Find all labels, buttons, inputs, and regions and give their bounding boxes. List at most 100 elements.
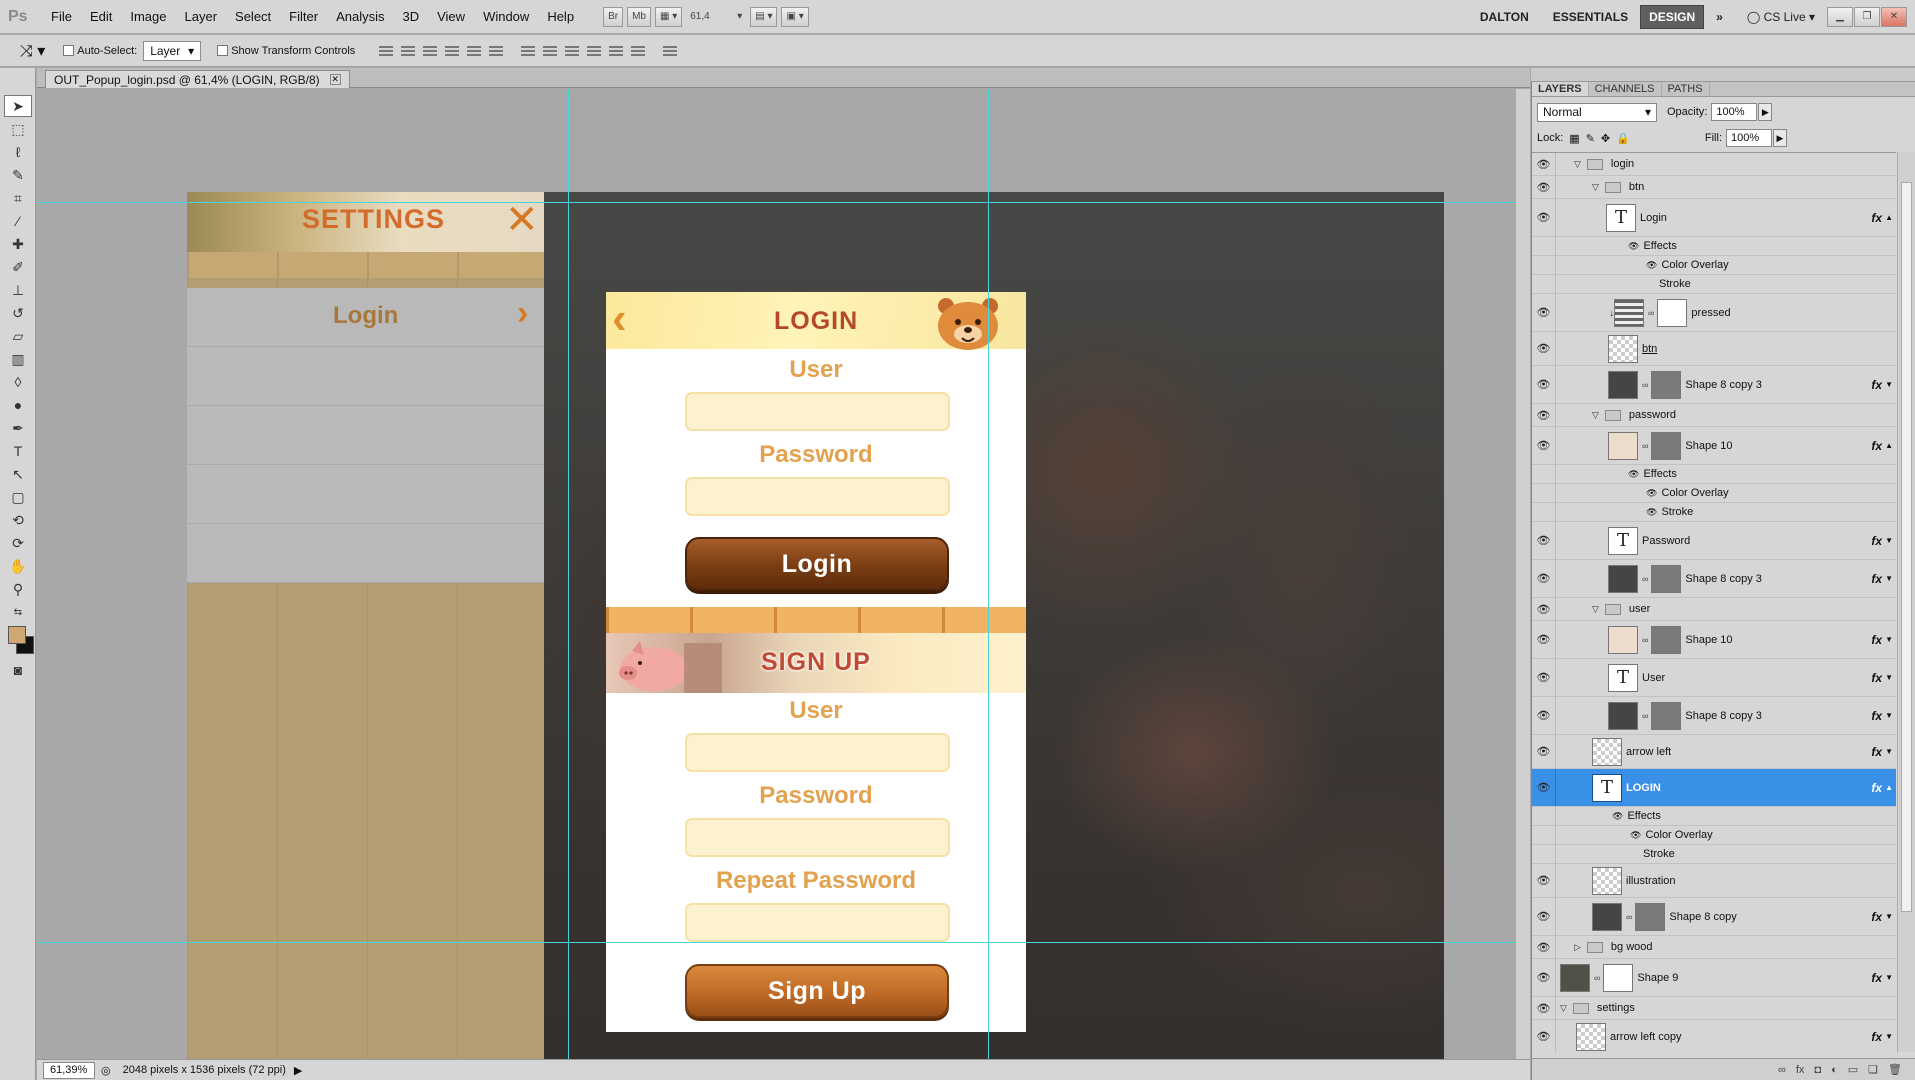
fx-icon[interactable]: fx bbox=[1871, 781, 1882, 795]
fx-toggle-icon[interactable]: ▲ bbox=[1885, 441, 1893, 450]
fx-toggle-icon[interactable]: ▼ bbox=[1885, 747, 1893, 756]
align-hcenter-icon[interactable] bbox=[465, 43, 483, 59]
workspace-essentials[interactable]: ESSENTIALS bbox=[1541, 10, 1640, 24]
align-left-icon[interactable] bbox=[443, 43, 461, 59]
eye-icon[interactable]: 👁 bbox=[1532, 735, 1556, 768]
eye-icon[interactable]: 👁 bbox=[1532, 560, 1556, 597]
distribute-left-icon[interactable] bbox=[585, 43, 603, 59]
layer-effects[interactable]: 👁 Effects bbox=[1532, 237, 1896, 256]
document-canvas[interactable]: SETTINGS ✕ Login › ‹ LOGIN User Password… bbox=[187, 192, 1444, 1059]
canvas-vertical-scrollbar[interactable] bbox=[1515, 89, 1530, 1059]
expand-triangle-icon[interactable]: ▽ bbox=[1574, 159, 1581, 170]
layer-group-user[interactable]: 👁 ▽ user bbox=[1532, 598, 1896, 621]
link-layers-icon[interactable]: ∞ bbox=[1778, 1064, 1786, 1076]
expand-triangle-icon[interactable]: ▽ bbox=[1592, 410, 1599, 421]
color-swatches[interactable] bbox=[0, 624, 35, 658]
expand-triangle-icon[interactable]: ▽ bbox=[1592, 604, 1599, 615]
align-top-icon[interactable] bbox=[377, 43, 395, 59]
eye-icon[interactable]: 👁 bbox=[1532, 598, 1556, 620]
fx-toggle-icon[interactable]: ▼ bbox=[1885, 673, 1893, 682]
arrange-documents-button[interactable]: ▤ ▾ bbox=[750, 6, 778, 27]
history-brush-icon[interactable]: ↺ bbox=[4, 302, 32, 324]
layer-group-password[interactable]: 👁 ▽ password bbox=[1532, 404, 1896, 427]
crop-tool-icon[interactable]: ⌗ bbox=[4, 187, 32, 209]
eye-icon[interactable]: 👁 bbox=[1532, 199, 1556, 236]
distribute-vcenter-icon[interactable] bbox=[541, 43, 559, 59]
foreground-color-swatch[interactable] bbox=[8, 626, 26, 644]
lock-pixels-icon[interactable]: ✎ bbox=[1586, 132, 1595, 145]
fx-icon[interactable]: fx bbox=[1871, 378, 1882, 392]
align-right-icon[interactable] bbox=[487, 43, 505, 59]
new-group-icon[interactable]: ▭ bbox=[1848, 1063, 1858, 1076]
3d-rotate-icon[interactable]: ⟲ bbox=[4, 509, 32, 531]
align-vcenter-icon[interactable] bbox=[399, 43, 417, 59]
status-info-icon[interactable]: ◎ bbox=[101, 1064, 111, 1077]
status-menu-icon[interactable]: ▶ bbox=[294, 1064, 302, 1077]
eye-icon[interactable]: 👁 bbox=[1532, 959, 1556, 996]
blend-mode-dropdown[interactable]: Normal ▾ bbox=[1537, 102, 1657, 122]
auto-align-icon[interactable] bbox=[661, 43, 679, 59]
fx-toggle-icon[interactable]: ▼ bbox=[1885, 574, 1893, 583]
eye-icon[interactable]: 👁 bbox=[1532, 769, 1556, 806]
eye-icon[interactable]: 👁 bbox=[1532, 153, 1556, 175]
eye-icon[interactable]: 👁 bbox=[1630, 830, 1641, 841]
eye-icon[interactable]: 👁 bbox=[1532, 864, 1556, 897]
layer-group-login[interactable]: 👁 ▽ login bbox=[1532, 153, 1896, 176]
eye-icon[interactable]: 👁 bbox=[1532, 176, 1556, 198]
eye-icon[interactable]: 👁 bbox=[1532, 659, 1556, 696]
lasso-tool-icon[interactable]: ℓ bbox=[4, 141, 32, 163]
layer-effect-stroke[interactable]: Stroke bbox=[1532, 275, 1896, 294]
eye-icon[interactable]: 👁 bbox=[1532, 898, 1556, 935]
document-tab[interactable]: OUT_Popup_login.psd @ 61,4% (LOGIN, RGB/… bbox=[45, 70, 350, 88]
layer-group-bg-wood[interactable]: 👁 ▷ bg wood bbox=[1532, 936, 1896, 959]
layer-arrow-left-copy[interactable]: 👁 arrow left copy fx ▼ bbox=[1532, 1020, 1896, 1052]
eye-icon[interactable]: 👁 bbox=[1628, 241, 1639, 252]
minimize-icon[interactable]: ▁ bbox=[1827, 6, 1853, 27]
auto-select-checkbox[interactable] bbox=[63, 45, 75, 56]
layer-effects[interactable]: 👁 Effects bbox=[1532, 465, 1896, 484]
bridge-button[interactable]: Br bbox=[603, 6, 624, 27]
eye-icon[interactable]: 👁 bbox=[1628, 469, 1639, 480]
eye-icon[interactable]: 👁 bbox=[1532, 366, 1556, 403]
quick-select-tool-icon[interactable]: ✎ bbox=[4, 164, 32, 186]
fx-toggle-icon[interactable]: ▼ bbox=[1885, 536, 1893, 545]
eye-icon[interactable]: 👁 bbox=[1532, 697, 1556, 734]
eye-icon[interactable]: 👁 bbox=[1532, 997, 1556, 1019]
layer-btn[interactable]: 👁 btn bbox=[1532, 332, 1896, 366]
eraser-tool-icon[interactable]: ▱ bbox=[4, 325, 32, 347]
menu-3d[interactable]: 3D bbox=[393, 0, 428, 34]
eye-icon[interactable]: 👁 bbox=[1532, 294, 1556, 331]
tab-paths[interactable]: PATHS bbox=[1662, 82, 1710, 96]
shape-tool-icon[interactable]: ▢ bbox=[4, 486, 32, 508]
eye-icon[interactable]: 👁 bbox=[1532, 332, 1556, 365]
layer-shape[interactable]: 👁 ∞ Shape 8 copy 3 fx ▼ bbox=[1532, 697, 1896, 735]
eye-icon[interactable]: 👁 bbox=[1532, 621, 1556, 658]
layer-effect-color-overlay[interactable]: 👁 Color Overlay bbox=[1532, 826, 1896, 845]
auto-select-dropdown[interactable]: Layer ▾ bbox=[143, 40, 202, 61]
menu-analysis[interactable]: Analysis bbox=[327, 0, 393, 34]
swap-colors-icon[interactable]: ⇆ bbox=[4, 601, 32, 623]
menu-help[interactable]: Help bbox=[538, 0, 583, 34]
adjustment-layer-icon[interactable]: ◐ bbox=[1831, 1064, 1838, 1076]
pen-tool-icon[interactable]: ✒ bbox=[4, 417, 32, 439]
move-tool-icon[interactable]: ➤ bbox=[4, 95, 32, 117]
eye-icon[interactable]: 👁 bbox=[1532, 1020, 1556, 1052]
eye-icon[interactable]: 👁 bbox=[1646, 488, 1657, 499]
quick-mask-icon[interactable]: ◙ bbox=[4, 659, 32, 681]
layer-pressed[interactable]: 👁 ↓ ∞ pressed bbox=[1532, 294, 1896, 332]
layer-shape[interactable]: 👁 ∞ Shape 10 fx ▼ bbox=[1532, 621, 1896, 659]
opacity-slider-icon[interactable]: ▶ bbox=[1758, 103, 1773, 121]
scrollbar-thumb[interactable] bbox=[1901, 182, 1912, 912]
blur-tool-icon[interactable]: ◊ bbox=[4, 371, 32, 393]
view-extras-button[interactable]: ▦ ▾ bbox=[654, 6, 683, 27]
eye-icon[interactable]: 👁 bbox=[1646, 260, 1657, 271]
workspace-dalton[interactable]: DALTON bbox=[1468, 10, 1541, 24]
fx-toggle-icon[interactable]: ▼ bbox=[1885, 711, 1893, 720]
type-tool-icon[interactable]: T bbox=[4, 440, 32, 462]
lock-all-icon[interactable]: 🔒 bbox=[1616, 132, 1630, 145]
eye-icon[interactable]: 👁 bbox=[1532, 936, 1556, 958]
zoom-tool-icon[interactable]: ⚲ bbox=[4, 578, 32, 600]
fx-icon[interactable]: fx bbox=[1871, 633, 1882, 647]
guide-horizontal[interactable] bbox=[37, 942, 1530, 943]
eye-icon[interactable]: 👁 bbox=[1646, 507, 1657, 518]
